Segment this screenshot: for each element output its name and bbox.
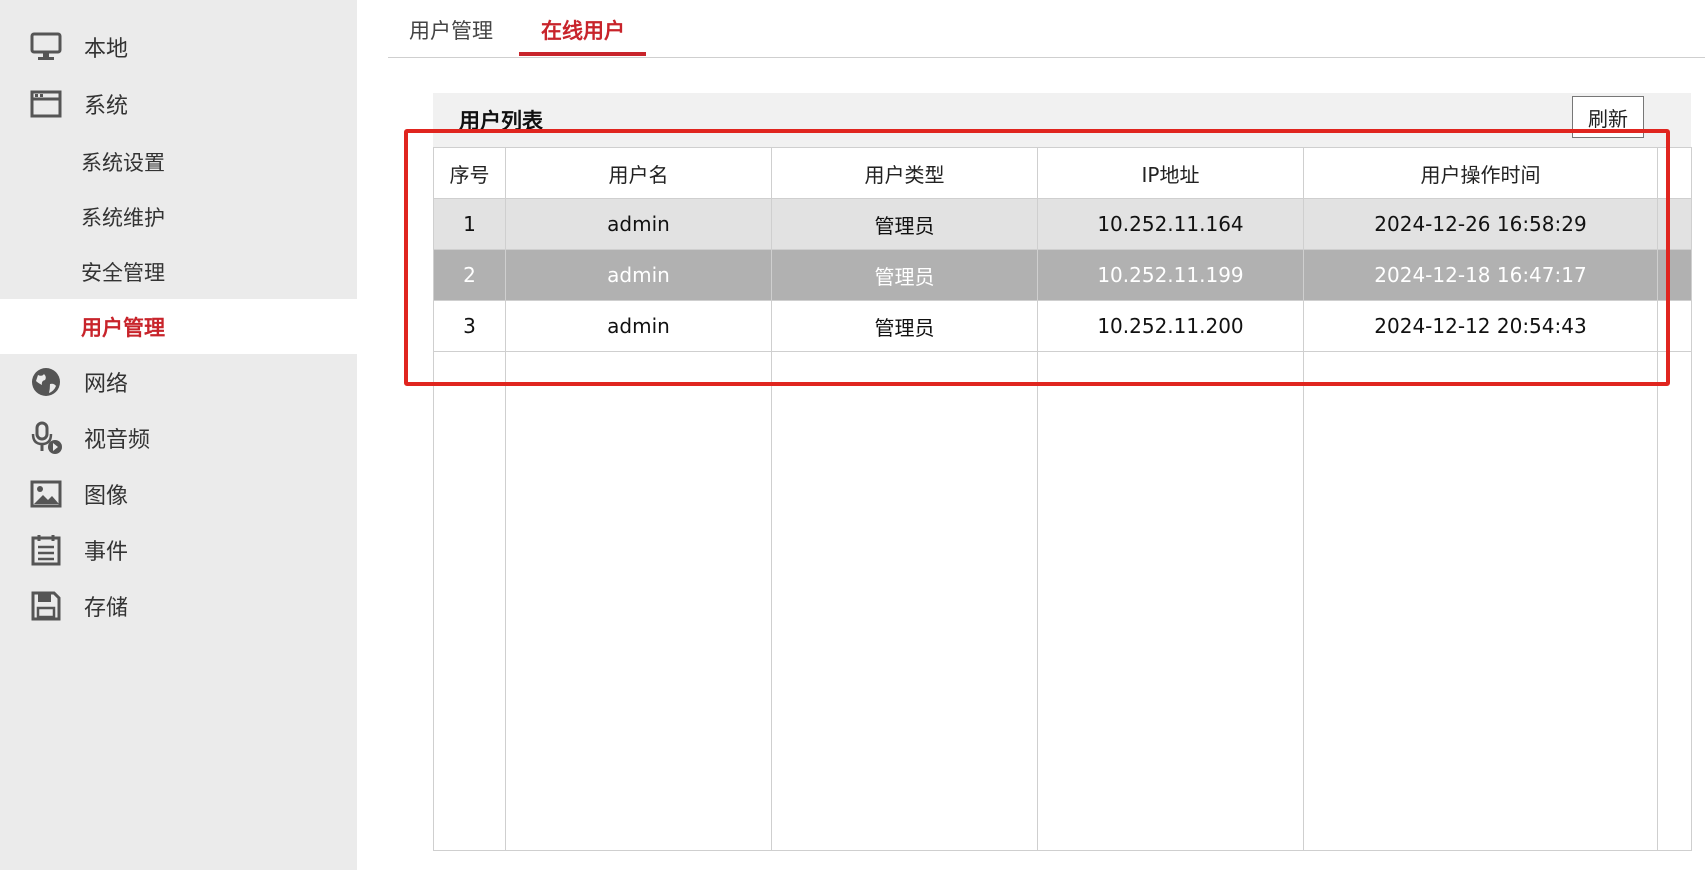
column-header-operation-time: 用户操作时间 [1303, 147, 1658, 199]
panel-title: 用户列表 [459, 109, 543, 133]
cell-ip-address: 10.252.11.199 [1037, 249, 1304, 301]
panel-header: 用户列表 刷新 [433, 93, 1691, 147]
sidebar-item-system[interactable]: 系统 [0, 76, 357, 132]
cell-operation-time: 2024-12-12 20:54:43 [1303, 300, 1658, 352]
cell-index: 1 [433, 198, 506, 250]
cell-user-type: 管理员 [771, 198, 1038, 250]
sidebar-item-audio-video[interactable]: 视音频 [0, 410, 357, 466]
active-tab-indicator [519, 52, 646, 56]
refresh-button[interactable]: 刷新 [1572, 96, 1644, 138]
image-icon [29, 477, 63, 511]
column-header-username: 用户名 [505, 147, 772, 199]
sidebar-subitem-system-maintenance[interactable]: 系统维护 [0, 189, 357, 244]
cell-spacer [1657, 249, 1692, 301]
tab-user-management[interactable]: 用户管理 [409, 15, 493, 45]
online-user-table: 序号 用户名 用户类型 IP地址 用户操作时间 1 admin 管理员 10.2… [433, 147, 1692, 851]
table-row[interactable]: 2 admin 管理员 10.252.11.199 2024-12-18 16:… [433, 249, 1692, 301]
sidebar-subitem-label: 系统维护 [81, 205, 165, 230]
sidebar-item-label: 本地 [84, 37, 129, 62]
table-header-row: 序号 用户名 用户类型 IP地址 用户操作时间 [433, 147, 1692, 199]
sidebar-item-label: 图像 [84, 484, 129, 509]
cell-username: admin [505, 300, 772, 352]
cell-index: 2 [433, 249, 506, 301]
table-row[interactable]: 3 admin 管理员 10.252.11.200 2024-12-12 20:… [433, 300, 1692, 352]
sidebar-item-image[interactable]: 图像 [0, 466, 357, 522]
sidebar-subitem-label: 用户管理 [81, 315, 165, 340]
user-list-panel: 用户列表 刷新 序号 用户名 用户类型 IP地址 用户操作时间 1 admin … [433, 93, 1692, 851]
sidebar-item-storage[interactable]: 存储 [0, 578, 357, 634]
window-icon [29, 87, 63, 121]
sidebar-subitem-security-management[interactable]: 安全管理 [0, 244, 357, 299]
floppy-disk-icon [29, 589, 63, 623]
sidebar-item-local[interactable]: 本地 [0, 19, 357, 75]
column-header-spacer [1657, 147, 1692, 199]
sidebar-item-label: 视音频 [84, 428, 151, 453]
microphone-icon [29, 421, 63, 455]
cell-operation-time: 2024-12-26 16:58:29 [1303, 198, 1658, 250]
cell-user-type: 管理员 [771, 300, 1038, 352]
online-user-table-container: 序号 用户名 用户类型 IP地址 用户操作时间 1 admin 管理员 10.2… [433, 147, 1692, 851]
sidebar: 本地 系统 系统设置 系统维护 安全管理 用户管理 网络 视音频 图像 事件 存… [0, 0, 357, 870]
event-list-icon [29, 533, 63, 567]
sidebar-item-event[interactable]: 事件 [0, 522, 357, 578]
cell-user-type: 管理员 [771, 249, 1038, 301]
sidebar-item-label: 存储 [84, 596, 129, 621]
monitor-icon [29, 30, 63, 64]
sidebar-subitem-user-management[interactable]: 用户管理 [0, 299, 357, 354]
sidebar-item-label: 事件 [84, 540, 129, 565]
sidebar-subitem-label: 安全管理 [81, 260, 165, 285]
column-header-user-type: 用户类型 [771, 147, 1038, 199]
sidebar-item-label: 网络 [84, 372, 129, 397]
tab-online-users[interactable]: 在线用户 [541, 15, 625, 45]
sidebar-subitem-label: 系统设置 [81, 150, 165, 175]
cell-operation-time: 2024-12-18 16:47:17 [1303, 249, 1658, 301]
sidebar-item-label: 系统 [84, 94, 129, 119]
cell-username: admin [505, 249, 772, 301]
cell-spacer [1657, 198, 1692, 250]
column-header-ip-address: IP地址 [1037, 147, 1304, 199]
cell-spacer [1657, 300, 1692, 352]
cell-index: 3 [433, 300, 506, 352]
cell-ip-address: 10.252.11.200 [1037, 300, 1304, 352]
globe-icon [29, 365, 63, 399]
cell-ip-address: 10.252.11.164 [1037, 198, 1304, 250]
sidebar-subitem-system-settings[interactable]: 系统设置 [0, 134, 357, 189]
tab-bar: 用户管理 在线用户 [388, 0, 1705, 58]
sidebar-item-network[interactable]: 网络 [0, 354, 357, 410]
table-empty-area [433, 351, 1692, 851]
cell-username: admin [505, 198, 772, 250]
column-header-index: 序号 [433, 147, 506, 199]
table-row[interactable]: 1 admin 管理员 10.252.11.164 2024-12-26 16:… [433, 198, 1692, 250]
